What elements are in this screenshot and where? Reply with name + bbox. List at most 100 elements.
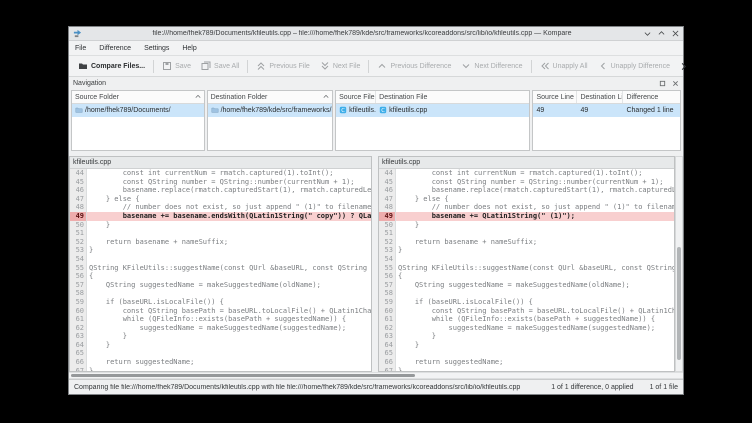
column-header-destination-folder[interactable]: Destination Folder: [208, 91, 333, 103]
menu-settings[interactable]: Settings: [144, 45, 169, 52]
diff-view: kfileutils.cpp 44 const int currentNum =…: [69, 156, 683, 372]
code-line: 50 }: [70, 221, 371, 230]
code-line: 55QString KFileUtils::suggestName(const …: [379, 264, 674, 273]
maximize-button[interactable]: [658, 30, 665, 37]
code-text: }: [87, 332, 371, 341]
close-button[interactable]: [672, 30, 679, 37]
line-number: 52: [70, 238, 87, 247]
column-header-label: Destination File: [379, 94, 427, 101]
column-header-difference[interactable]: Difference: [623, 91, 680, 103]
code-line: 63 }: [70, 332, 371, 341]
navigation-cell: 49: [533, 104, 577, 117]
minimize-button[interactable]: [644, 30, 651, 37]
code-text: suggestedName = makeSuggestedName(sugges…: [396, 324, 674, 333]
column-header-destination-file[interactable]: Destination File: [376, 91, 529, 103]
code-line: 61 while (QFileInfo::exists(basePath + s…: [379, 315, 674, 324]
code-line: 65: [379, 349, 674, 358]
folder-icon: [211, 106, 219, 116]
line-number: 66: [70, 358, 87, 367]
code-text: QString KFileUtils::suggestName(const QU…: [87, 264, 371, 273]
code-line: 61 while (QFileInfo::exists(basePath + s…: [70, 315, 371, 324]
line-number: 49: [70, 212, 87, 221]
titlebar[interactable]: file:///home/fhek789/Documents/kfileutil…: [69, 27, 683, 41]
line-number: 45: [379, 178, 396, 187]
column-header-label: Difference: [626, 94, 658, 101]
menu-help[interactable]: Help: [182, 45, 196, 52]
line-number: 62: [379, 324, 396, 333]
toolbar-button-previous-difference[interactable]: Previous Difference: [372, 58, 456, 74]
navigation-cell-text: /home/fhek789/kde/src/frameworks/kcoread…: [221, 107, 333, 114]
vertical-scrollbar[interactable]: [675, 156, 683, 372]
column-header-destination-lir[interactable]: Destination Lir: [577, 91, 623, 103]
code-line: 64 }: [70, 341, 371, 350]
code-line: 46 basename.replace(rmatch.capturedStart…: [70, 186, 371, 195]
line-number: 53: [70, 246, 87, 255]
navigation-list-empty-area: [336, 117, 529, 150]
sort-up-icon: [193, 94, 201, 101]
navigation-dock-title: Navigation: [73, 80, 659, 87]
line-number: 58: [379, 289, 396, 298]
toolbar-overflow-button[interactable]: [675, 60, 692, 73]
toolbar-button-unapply-difference[interactable]: Unapply Difference: [593, 58, 675, 74]
menubar: File Difference Settings Help: [69, 41, 683, 56]
vertical-scrollbar-thumb[interactable]: [677, 247, 681, 360]
source-code-area[interactable]: 44 const int currentNum = rmatch.capture…: [70, 169, 371, 371]
code-text: QString suggestedName = makeSuggestedNam…: [396, 281, 674, 290]
line-number: 66: [379, 358, 396, 367]
toolbar-button-next-file[interactable]: Next File: [315, 58, 366, 74]
code-text: } else {: [87, 195, 371, 204]
line-number: 55: [379, 264, 396, 273]
code-text: QString KFileUtils::suggestName(const QU…: [396, 264, 674, 273]
line-number: 51: [70, 229, 87, 238]
destination-code-area[interactable]: 44 const int currentNum = rmatch.capture…: [379, 169, 674, 371]
toolbar-separator: [153, 60, 154, 73]
close-dock-icon[interactable]: [672, 80, 679, 87]
toolbar-button-label: Unapply Difference: [611, 63, 670, 70]
code-text: }: [396, 221, 674, 230]
float-dock-icon[interactable]: [659, 80, 666, 87]
toolbar-button-save-all[interactable]: Save All: [196, 58, 244, 74]
navigation-row[interactable]: /home/fhek789/kde/src/frameworks/kcoread…: [208, 104, 333, 117]
code-text: }: [396, 341, 674, 350]
line-number: 54: [70, 255, 87, 264]
code-text: }: [87, 341, 371, 350]
column-header-source-file[interactable]: Source File: [336, 91, 376, 103]
toolbar-button-compare-files[interactable]: Compare Files...: [73, 58, 150, 74]
toolbar-button-next-difference[interactable]: Next Difference: [456, 58, 527, 74]
horizontal-scrollbar[interactable]: [69, 372, 683, 379]
navigation-list-empty-area: [208, 117, 333, 150]
code-line: 62 suggestedName = makeSuggestedName(sug…: [70, 324, 371, 333]
code-text: return basename + nameSuffix;: [87, 238, 371, 247]
chevron-left-icon: [598, 61, 608, 71]
code-line: 47 } else {: [379, 195, 674, 204]
difference-count: 1 of 1 difference, 0 applied: [551, 384, 633, 391]
column-header-source-line[interactable]: Source Line: [533, 91, 577, 103]
code-line: 52 return basename + nameSuffix;: [70, 238, 371, 247]
line-number: 47: [70, 195, 87, 204]
kompare-window: file:///home/fhek789/Documents/kfileutil…: [68, 26, 684, 395]
toolbar-button-save[interactable]: Save: [157, 58, 196, 74]
code-text: // number does not exist, so just append…: [87, 203, 371, 212]
horizontal-scrollbar-thumb[interactable]: [71, 374, 415, 377]
changed-code-line[interactable]: 49 basename += basename.endsWith(QLatin1…: [70, 212, 371, 221]
navigation-cell: Ckfileutils.cpp: [376, 104, 529, 117]
line-number: 65: [70, 349, 87, 358]
navigation-row[interactable]: /home/fhek789/Documents/: [72, 104, 204, 117]
code-text: {: [87, 272, 371, 281]
toolbar-button-unapply-all[interactable]: Unapply All: [535, 58, 593, 74]
menu-file[interactable]: File: [75, 45, 86, 52]
navigation-row[interactable]: Ckfileutils.c...Ckfileutils.cpp: [336, 104, 529, 117]
code-line: 59 if (baseURL.isLocalFile()) {: [379, 298, 674, 307]
column-header-label: Destination Folder: [211, 94, 268, 101]
code-line: 59 if (baseURL.isLocalFile()) {: [70, 298, 371, 307]
code-text: }: [87, 221, 371, 230]
menu-difference[interactable]: Difference: [99, 45, 131, 52]
changed-code-line[interactable]: 49 basename += QLatin1String(" (1)");: [379, 212, 674, 221]
code-text: [87, 255, 371, 264]
navigation-cell: 49: [577, 104, 623, 117]
column-header-source-folder[interactable]: Source Folder: [72, 91, 204, 103]
code-text: const int currentNum = rmatch.captured(1…: [396, 169, 674, 178]
toolbar-button-previous-file[interactable]: Previous File: [251, 58, 314, 74]
window-title: file:///home/fhek789/Documents/kfileutil…: [86, 30, 638, 37]
navigation-row[interactable]: 4949Changed 1 line: [533, 104, 680, 117]
